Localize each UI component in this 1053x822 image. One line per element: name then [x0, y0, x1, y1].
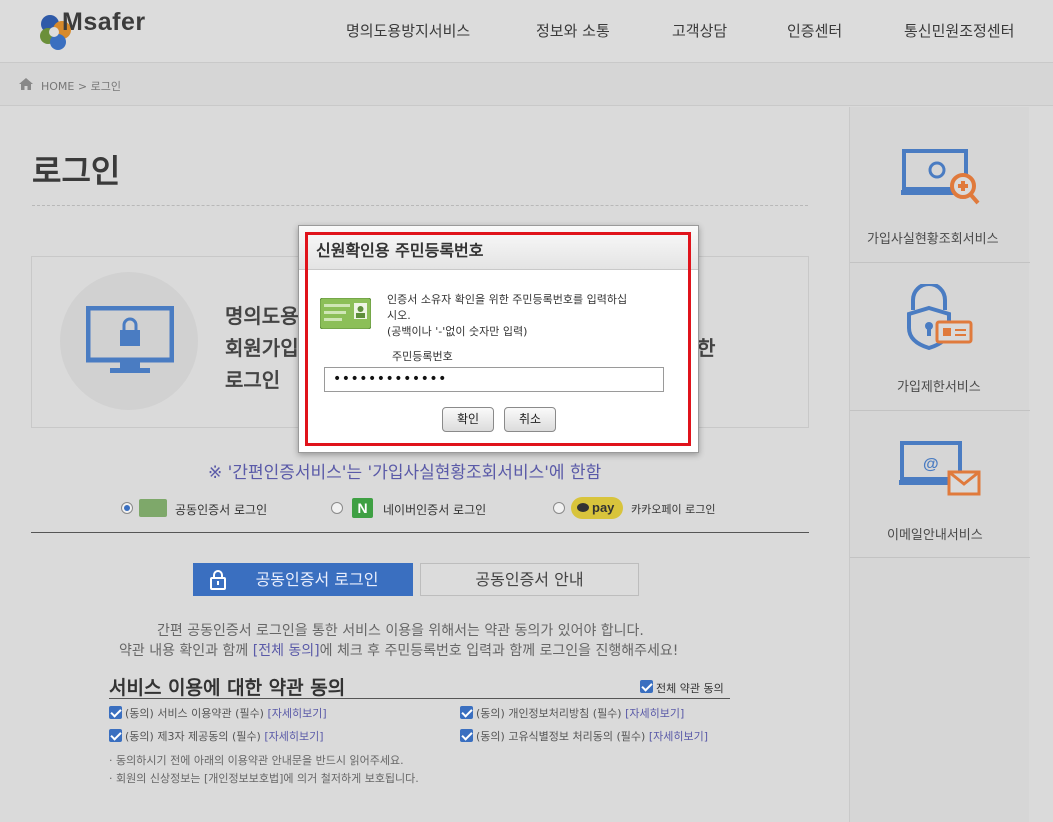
- ssn-input[interactable]: •••••••••••••: [324, 367, 664, 392]
- breadcrumb: HOME > 로그인: [41, 80, 121, 93]
- agree-all-label[interactable]: 전체 약관 동의: [656, 680, 724, 696]
- sidebar-divider: [850, 410, 1030, 411]
- section-divider: [31, 532, 809, 533]
- term-service-detail-link[interactable]: [자세히보기]: [267, 707, 326, 720]
- option-joint-cert-login-label[interactable]: 공동인증서 로그인: [175, 501, 267, 518]
- home-icon[interactable]: [19, 78, 33, 90]
- monitor-lock-icon: [86, 306, 174, 373]
- dialog-title: 신원확인용 주민등록번호: [316, 241, 484, 260]
- description-line-2-pre: 약관 내용 확인과 함께: [119, 643, 253, 659]
- dialog-message-line-1: 인증서 소유자 확인을 위한 주민등록번호를 입력하십: [387, 293, 628, 306]
- dialog-message-line-3: (공백이나 '-'없이 숫자만 입력): [387, 325, 528, 338]
- naver-icon: N: [352, 498, 373, 518]
- terms-note-1: · 동의하시기 전에 아래의 이용약관 안내문을 반드시 읽어주세요.: [109, 754, 404, 767]
- sidebar-divider: [850, 262, 1030, 263]
- terms-note-2: · 회원의 신상정보는 [개인정보보호법]에 의거 철저하게 보호됩니다.: [109, 772, 419, 785]
- kakaopay-icon: pay: [571, 497, 623, 519]
- dialog-message-line-2: 시오.: [387, 309, 411, 322]
- info-line-1: 명의도용: [225, 304, 299, 328]
- page-title: 로그인: [32, 152, 121, 190]
- ssn-field-label: 주민등록번호: [392, 350, 453, 363]
- sidebar-divider: [850, 557, 1030, 558]
- id-card-icon: [320, 298, 371, 329]
- sidebar-item-email-notification[interactable]: 이메일안내서비스: [887, 524, 983, 543]
- title-divider: [32, 205, 808, 206]
- tab-joint-cert-login-label: 공동인증서 로그인: [255, 570, 379, 589]
- info-line-2-tail: 한: [697, 336, 716, 360]
- term-privacy-label: (동의) 개인정보처리방침 (필수): [476, 707, 622, 720]
- term-third-party-label: (동의) 제3자 제공동의 (필수): [125, 730, 261, 743]
- description-line-2-post: 에 체크 후 주민등록번호 입력과 함께 로그인을 진행해주세요!: [319, 643, 679, 659]
- term-third-party: (동의) 제3자 제공동의 (필수) [자세히보기]: [125, 728, 324, 744]
- notice-text: ※ '간편인증서비스'는 '가입사실현황조회서비스'에 한함: [208, 463, 602, 483]
- sidebar-item-subscription-restriction[interactable]: 가입제한서비스: [897, 376, 981, 395]
- term-service-label: (동의) 서비스 이용약관 (필수): [125, 707, 264, 720]
- term-privacy-detail-link[interactable]: [자세히보기]: [625, 707, 684, 720]
- term-third-party-checkbox[interactable]: [109, 729, 122, 742]
- terms-title: 서비스 이용에 대한 약관 동의: [109, 677, 346, 699]
- agree-all-checkbox[interactable]: [640, 680, 653, 693]
- description-line-2: 약관 내용 확인과 함께 [전체 동의]에 체크 후 주민등록번호 입력과 함께…: [119, 640, 678, 660]
- agree-all-link[interactable]: [전체 동의]: [253, 643, 320, 659]
- svg-text:@: @: [923, 456, 939, 473]
- term-unique-id-detail-link[interactable]: [자세히보기]: [649, 730, 708, 743]
- term-service: (동의) 서비스 이용약관 (필수) [자세히보기]: [125, 705, 327, 721]
- subscription-lookup-icon[interactable]: [901, 148, 981, 208]
- term-unique-id-checkbox[interactable]: [460, 729, 473, 742]
- radio-kakaopay-login[interactable]: [553, 502, 565, 514]
- description-line-1: 간편 공동인증서 로그인을 통한 서비스 이용을 위해서는 약관 동의가 있어야…: [157, 623, 644, 639]
- term-privacy: (동의) 개인정보처리방침 (필수) [자세히보기]: [476, 705, 684, 721]
- lock-icon: [210, 570, 226, 590]
- subscription-restriction-icon[interactable]: [905, 284, 975, 350]
- term-service-checkbox[interactable]: [109, 706, 122, 719]
- ssn-dialog: 신원확인용 주민등록번호: [298, 225, 699, 453]
- terms-divider: [109, 698, 730, 699]
- nav-information-communication[interactable]: 정보와 소통: [536, 20, 610, 41]
- breadcrumb-bar: [0, 62, 1053, 106]
- nav-certification-center[interactable]: 인증센터: [787, 20, 842, 41]
- sidebar-item-subscription-lookup[interactable]: 가입사실현황조회서비스: [867, 228, 999, 247]
- info-line-2: 회원가입: [225, 336, 299, 360]
- option-naver-cert-login-label[interactable]: 네이버인증서 로그인: [383, 501, 486, 518]
- term-unique-id-label: (동의) 고유식별정보 처리동의 (필수): [476, 730, 646, 743]
- nav-telecom-dispute-center[interactable]: 통신민원조정센터: [904, 20, 1014, 41]
- tab-joint-cert-guide[interactable]: 공동인증서 안내: [420, 563, 639, 596]
- nav-customer-support[interactable]: 고객상담: [672, 20, 727, 41]
- term-third-party-detail-link[interactable]: [자세히보기]: [264, 730, 323, 743]
- radio-joint-cert-login[interactable]: [121, 502, 133, 514]
- ok-button[interactable]: 확인: [442, 407, 494, 432]
- cancel-button[interactable]: 취소: [504, 407, 556, 432]
- logo-text[interactable]: Msafer: [62, 8, 146, 37]
- radio-naver-cert-login[interactable]: [331, 502, 343, 514]
- certificate-icon: [139, 499, 167, 517]
- email-notification-icon[interactable]: @: [899, 440, 981, 496]
- nav-identity-theft-prevention[interactable]: 명의도용방지서비스: [346, 20, 470, 41]
- option-kakaopay-login-label[interactable]: 카카오페이 로그인: [631, 501, 715, 517]
- term-privacy-checkbox[interactable]: [460, 706, 473, 719]
- term-unique-id: (동의) 고유식별정보 처리동의 (필수) [자세히보기]: [476, 728, 708, 744]
- info-line-3: 로그인: [225, 368, 281, 392]
